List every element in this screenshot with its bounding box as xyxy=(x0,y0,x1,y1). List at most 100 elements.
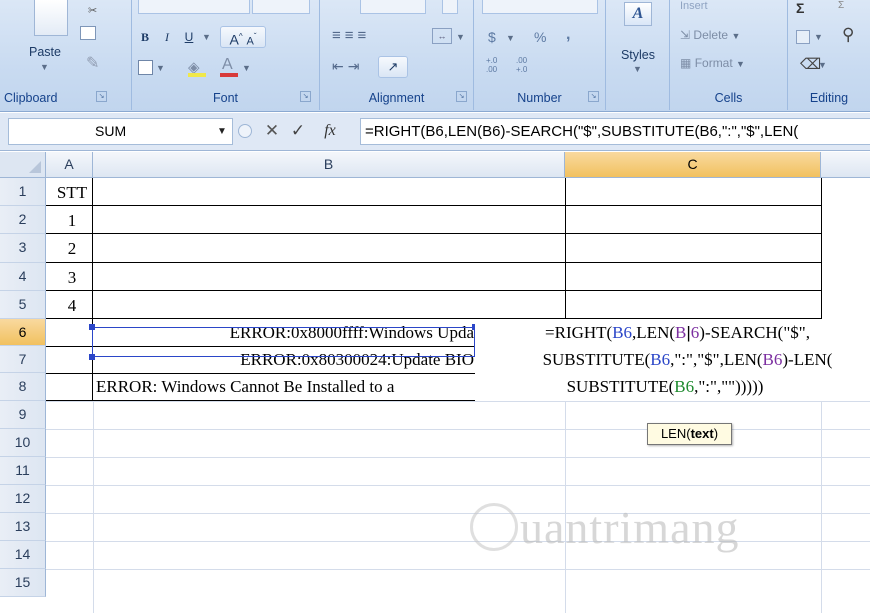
paste-icon[interactable] xyxy=(34,0,68,36)
styles-icon[interactable]: A xyxy=(624,2,652,26)
cancel-button[interactable]: ✕ xyxy=(262,121,282,141)
reference-handle[interactable] xyxy=(89,354,95,360)
find-select-icon[interactable]: ⚲ xyxy=(842,25,854,45)
grow-font-button[interactable]: A xyxy=(229,32,238,48)
autosum-dropdown-icon[interactable]: Σ xyxy=(838,0,844,11)
select-all-button[interactable] xyxy=(0,152,46,178)
number-launcher-icon[interactable]: ↘ xyxy=(588,91,599,102)
tooltip-text: ) xyxy=(713,426,719,441)
editing-label: Editing xyxy=(809,91,849,105)
name-box[interactable]: SUM xyxy=(8,118,233,145)
format-painter-icon[interactable]: ✎ xyxy=(86,53,99,73)
tooltip-argument[interactable]: text xyxy=(691,426,714,441)
underline-dropdown-icon[interactable]: ▼ xyxy=(202,32,211,42)
row-header-14[interactable]: 14 xyxy=(0,541,46,569)
gridline xyxy=(46,401,870,402)
row-header-9[interactable]: 9 xyxy=(0,401,46,429)
copy-icon[interactable] xyxy=(80,26,96,40)
bold-button[interactable]: B xyxy=(134,26,156,48)
row-header-7[interactable]: 7 xyxy=(0,346,46,373)
row-header-2[interactable]: 2 xyxy=(0,206,46,234)
font-size-box[interactable] xyxy=(252,0,310,14)
function-tooltip[interactable]: LEN(text) xyxy=(647,423,732,445)
fill-color-swatch xyxy=(188,73,206,77)
delete-button[interactable]: Delete xyxy=(693,28,728,42)
delete-icon: ⇲ xyxy=(680,28,691,42)
comma-button[interactable]: , xyxy=(566,26,570,44)
format-row[interactable]: ▦ Format ▼ xyxy=(680,56,745,70)
row-header-1[interactable]: 1 xyxy=(0,178,46,206)
worksheet-grid[interactable]: A B C 1 2 3 4 5 6 7 8 9 10 11 12 13 14 1… xyxy=(0,152,870,613)
insert-function-button[interactable]: fx xyxy=(316,121,344,141)
number-format-box[interactable] xyxy=(482,0,598,14)
underline-button[interactable]: U xyxy=(178,26,200,48)
cell-c6-editor[interactable]: =RIGHT(B6,LEN(B|6)-SEARCH("$", SUBSTITUT… xyxy=(475,319,870,401)
currency-button[interactable]: $ xyxy=(488,29,496,45)
row-header-12[interactable]: 12 xyxy=(0,485,46,513)
row-header-5[interactable]: 5 xyxy=(0,291,46,319)
cell-a3[interactable]: 2 xyxy=(52,235,92,262)
font-color-icon[interactable]: A xyxy=(222,56,233,74)
cell-a5[interactable]: 4 xyxy=(52,292,92,319)
delete-row[interactable]: ⇲ Delete ▼ xyxy=(680,28,740,42)
align-top-buttons[interactable] xyxy=(360,0,426,14)
font-name-box[interactable] xyxy=(138,0,250,14)
borders-icon[interactable] xyxy=(138,60,153,75)
row-header-6[interactable]: 6 xyxy=(0,319,46,346)
styles-dropdown-icon[interactable]: ▼ xyxy=(633,64,642,74)
fill-icon[interactable] xyxy=(796,30,810,44)
orientation-button[interactable]: ↗ xyxy=(378,56,408,78)
column-header-c[interactable]: C xyxy=(565,152,821,178)
name-box-dropdown-icon[interactable]: ▼ xyxy=(217,126,227,137)
enter-button[interactable]: ✓ xyxy=(288,121,308,141)
alignment-launcher-icon[interactable]: ↘ xyxy=(456,91,467,102)
cell-b8[interactable]: ERROR: Windows Cannot Be Installed to a xyxy=(96,373,474,400)
clipboard-launcher-icon[interactable]: ↘ xyxy=(96,91,107,102)
merge-center-icon[interactable]: ↔ xyxy=(432,28,452,44)
paste-button[interactable]: Paste xyxy=(20,45,70,59)
formula-input[interactable]: =RIGHT(B6,LEN(B6)-SEARCH("$",SUBSTITUTE(… xyxy=(360,118,870,145)
insert-button[interactable]: Insert xyxy=(680,0,708,12)
shrink-font-button[interactable]: A xyxy=(246,36,253,48)
row-header-3[interactable]: 3 xyxy=(0,234,46,263)
increase-decimal-button[interactable]: +.0 .00 xyxy=(486,56,508,74)
border-line xyxy=(821,178,822,319)
column-header-d[interactable] xyxy=(821,152,870,178)
format-button[interactable]: Format xyxy=(695,56,733,70)
italic-button[interactable]: I xyxy=(156,26,178,48)
format-dropdown-icon[interactable]: ▼ xyxy=(736,59,745,69)
paste-dropdown-icon[interactable]: ▼ xyxy=(40,62,49,72)
font-color-dropdown-icon[interactable]: ▼ xyxy=(242,63,251,73)
borders-dropdown-icon[interactable]: ▼ xyxy=(156,63,165,73)
styles-button[interactable]: Styles xyxy=(606,48,670,62)
edit-text: )-LEN( xyxy=(782,350,833,369)
delete-dropdown-icon[interactable]: ▼ xyxy=(731,31,740,41)
row-header-4[interactable]: 4 xyxy=(0,263,46,291)
decrease-decimal-button[interactable]: .00 +.0 xyxy=(516,56,538,74)
formula-bar-handle-icon[interactable] xyxy=(238,124,252,138)
wrap-button[interactable] xyxy=(442,0,458,14)
font-launcher-icon[interactable]: ↘ xyxy=(300,91,311,102)
indent-icons[interactable]: ⇤⇥ xyxy=(332,58,363,75)
row-header-11[interactable]: 11 xyxy=(0,457,46,485)
row-header-13[interactable]: 13 xyxy=(0,513,46,541)
gridline xyxy=(46,513,870,514)
autosum-icon[interactable]: Σ xyxy=(796,0,804,16)
merge-dropdown-icon[interactable]: ▼ xyxy=(456,32,465,42)
font-grow-shrink[interactable]: A^ Aˇ xyxy=(220,26,266,48)
cell-a2[interactable]: 1 xyxy=(52,207,92,234)
clear-dropdown-icon[interactable]: ▼ xyxy=(818,60,827,70)
row-header-15[interactable]: 15 xyxy=(0,569,46,597)
fill-dropdown-icon[interactable]: ▼ xyxy=(814,32,823,42)
cut-icon[interactable]: ✂ xyxy=(88,4,97,17)
percent-button[interactable]: % xyxy=(534,29,546,45)
row-header-8[interactable]: 8 xyxy=(0,373,46,401)
reference-handle[interactable] xyxy=(89,324,95,330)
cell-a1[interactable]: STT xyxy=(52,179,92,206)
row-header-10[interactable]: 10 xyxy=(0,429,46,457)
cell-a4[interactable]: 3 xyxy=(52,264,92,291)
currency-dropdown-icon[interactable]: ▼ xyxy=(506,33,515,43)
column-header-a[interactable]: A xyxy=(46,152,93,178)
column-header-b[interactable]: B xyxy=(93,152,565,178)
align-left-center-right-icons[interactable]: ≡≡≡ xyxy=(332,27,370,44)
